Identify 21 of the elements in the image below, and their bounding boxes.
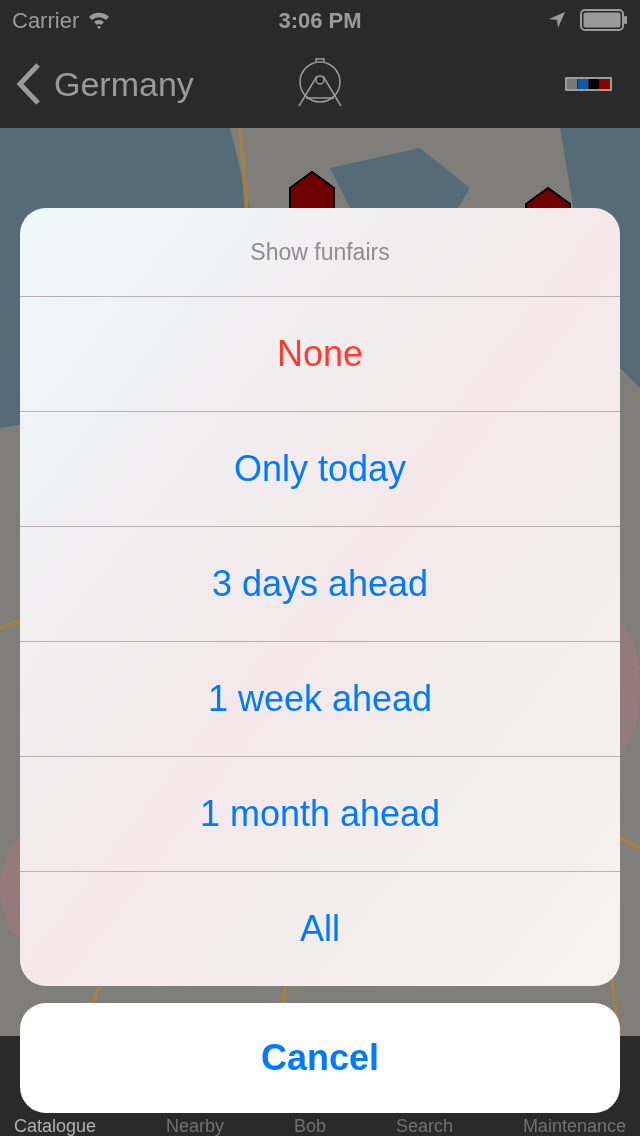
action-sheet-option[interactable]: All: [20, 871, 620, 986]
action-sheet-option[interactable]: 3 days ahead: [20, 526, 620, 641]
action-sheet-option[interactable]: None: [20, 296, 620, 411]
battery-icon: [580, 9, 628, 31]
action-sheet-option[interactable]: 1 month ahead: [20, 756, 620, 871]
action-sheet-option[interactable]: Only today: [20, 411, 620, 526]
chevron-left-icon: [16, 63, 42, 105]
location-arrow-icon: [548, 11, 566, 29]
carrier-label: Carrier: [12, 6, 80, 35]
tab-bar-item[interactable]: Search: [395, 1117, 453, 1136]
action-sheet-option[interactable]: 1 week ahead: [20, 641, 620, 756]
tab-bar-item[interactable]: Bob: [293, 1117, 326, 1136]
tab-bar-item[interactable]: Catalogue: [14, 1117, 97, 1136]
action-sheet-title: Show funfairs: [250, 237, 390, 267]
cancel-button[interactable]: Cancel: [20, 1003, 620, 1113]
wifi-icon: [87, 11, 112, 29]
tab-bar-item[interactable]: Nearby: [166, 1117, 225, 1136]
clock-time: 3:06 PM: [278, 6, 362, 35]
back-button[interactable]: Germany: [16, 58, 194, 110]
tab-bar-item[interactable]: Maintenance: [522, 1117, 626, 1136]
color-filter-button[interactable]: [565, 77, 612, 91]
